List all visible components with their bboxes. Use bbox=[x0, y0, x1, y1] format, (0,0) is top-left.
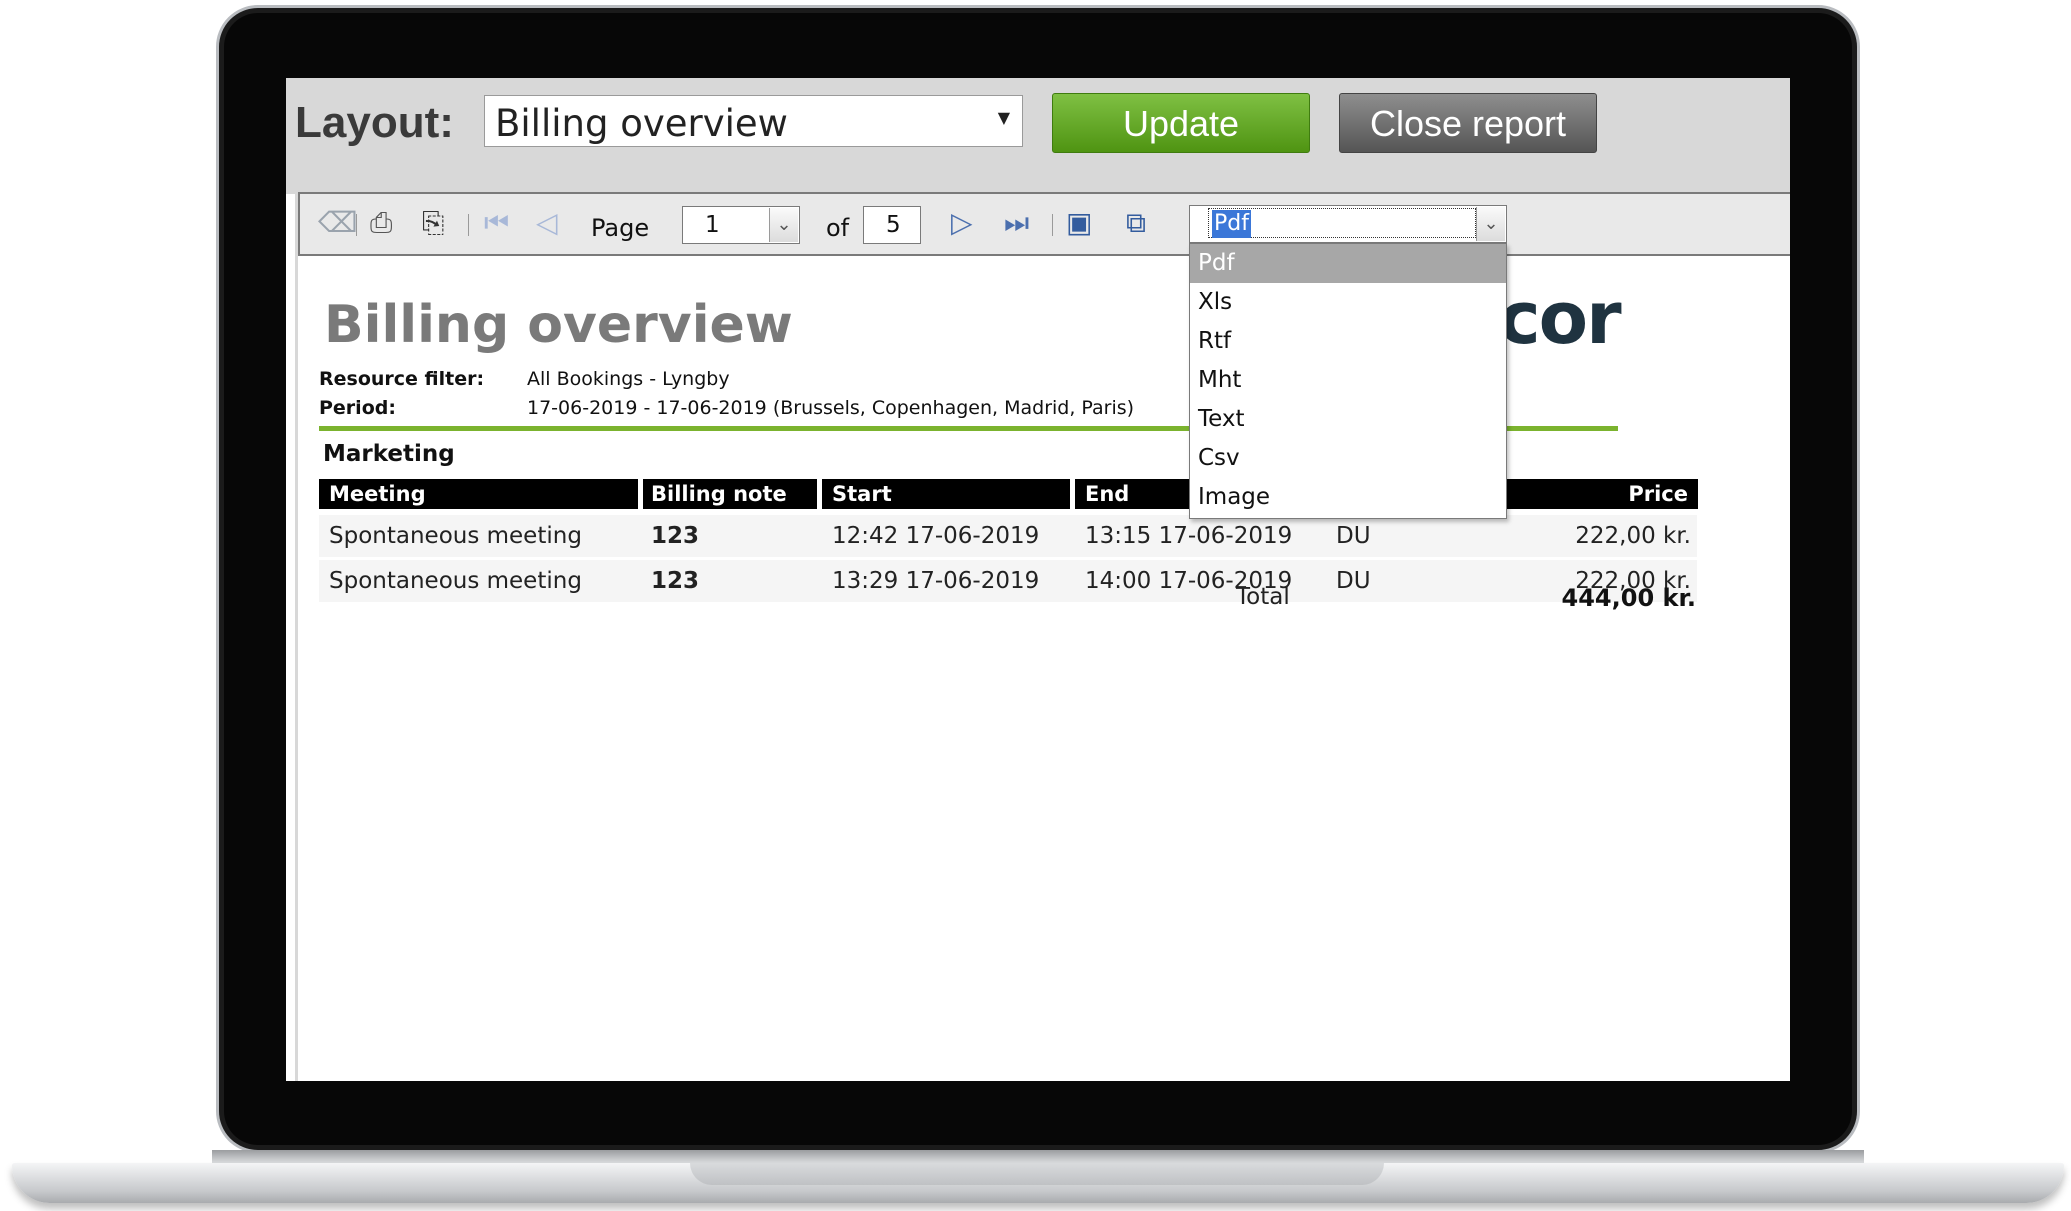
format-option-xls[interactable]: Xls bbox=[1190, 283, 1506, 322]
update-button[interactable]: Update bbox=[1052, 93, 1310, 153]
report-page: Billing overview cor Resource filter: Al… bbox=[298, 256, 1790, 1081]
eraser-icon[interactable]: ⌫ bbox=[318, 208, 358, 238]
laptop-notch bbox=[690, 1163, 1384, 1185]
dropdown-arrow-icon: ▼ bbox=[997, 108, 1010, 127]
next-page-icon[interactable]: ▷ bbox=[951, 208, 973, 238]
export-format-select[interactable]: Pdf ⌄ bbox=[1189, 205, 1507, 243]
print-preview-icon[interactable]: ⎘ bbox=[422, 208, 444, 238]
period-value: 17-06-2019 - 17-06-2019 (Brussels, Copen… bbox=[527, 397, 1135, 419]
report-viewer: ⌫ ⎙ ⎘ ⏮ ◁ Page 1 ⌄ of 5 ▷ ⏭ ▣ ⧉ Pdf ⌄ Pd… bbox=[295, 192, 1790, 1081]
cell-unit: DU bbox=[1336, 568, 1371, 594]
report-title: Billing overview bbox=[324, 295, 793, 355]
cell-meeting: Spontaneous meeting bbox=[329, 523, 582, 549]
resource-filter-value: All Bookings - Lyngby bbox=[527, 368, 730, 390]
page-number-select[interactable]: 1 ⌄ bbox=[682, 206, 800, 244]
export-format-dropdown: Pdf Xls Rtf Mht Text Csv Image bbox=[1189, 243, 1507, 519]
export-icon[interactable]: ⧉ bbox=[1126, 208, 1146, 238]
resource-filter-label: Resource filter: bbox=[319, 368, 485, 390]
period-label: Period: bbox=[319, 397, 396, 419]
group-title: Marketing bbox=[323, 441, 455, 467]
toolbar-separator bbox=[356, 214, 357, 236]
layout-select[interactable]: Billing overview ▼ bbox=[484, 95, 1023, 147]
format-option-mht[interactable]: Mht bbox=[1190, 361, 1506, 400]
format-option-image[interactable]: Image bbox=[1190, 478, 1506, 517]
cell-unit: DU bbox=[1336, 523, 1371, 549]
export-format-value: Pdf bbox=[1212, 210, 1251, 238]
last-page-icon[interactable]: ⏭ bbox=[1004, 208, 1029, 238]
layout-select-value: Billing overview bbox=[495, 102, 788, 145]
page-count-field: 5 bbox=[863, 206, 921, 244]
cell-end: 13:15 17-06-2019 bbox=[1085, 523, 1293, 549]
print-icon[interactable]: ⎙ bbox=[370, 208, 392, 238]
layout-label: Layout: bbox=[295, 98, 454, 147]
total-value: 444,00 kr. bbox=[1561, 584, 1696, 612]
page-count-value: 5 bbox=[886, 212, 901, 238]
cell-start: 13:29 17-06-2019 bbox=[832, 568, 1040, 594]
column-header-meeting: Meeting bbox=[319, 479, 638, 509]
toolbar-separator bbox=[468, 214, 469, 236]
format-option-pdf[interactable]: Pdf bbox=[1190, 244, 1506, 283]
column-header-price: Price bbox=[1478, 479, 1698, 509]
report-top-bar: Layout: Billing overview ▼ Update Close … bbox=[286, 78, 1790, 194]
company-logo: cor bbox=[1498, 276, 1622, 360]
table-row: Spontaneous meeting 123 13:29 17-06-2019… bbox=[319, 560, 1697, 602]
column-header-start: Start bbox=[822, 479, 1070, 509]
cell-start: 12:42 17-06-2019 bbox=[832, 523, 1040, 549]
of-label: of bbox=[826, 214, 850, 242]
chevron-down-icon[interactable]: ⌄ bbox=[1476, 207, 1505, 241]
first-page-icon[interactable]: ⏮ bbox=[484, 208, 509, 238]
format-option-text[interactable]: Text bbox=[1190, 400, 1506, 439]
cell-billing-note: 123 bbox=[651, 523, 700, 549]
close-report-button[interactable]: Close report bbox=[1339, 93, 1597, 153]
format-option-rtf[interactable]: Rtf bbox=[1190, 322, 1506, 361]
laptop-hinge bbox=[212, 1150, 1864, 1164]
viewer-toolbar: ⌫ ⎙ ⎘ ⏮ ◁ Page 1 ⌄ of 5 ▷ ⏭ ▣ ⧉ Pdf ⌄ Pd… bbox=[298, 192, 1790, 519]
cell-price: 222,00 kr. bbox=[1575, 523, 1691, 549]
total-label: Total bbox=[1236, 584, 1290, 610]
cell-meeting: Spontaneous meeting bbox=[329, 568, 582, 594]
column-header-end: End bbox=[1075, 479, 1185, 509]
table-row: Spontaneous meeting 123 12:42 17-06-2019… bbox=[319, 515, 1697, 557]
page-label: Page bbox=[591, 214, 650, 242]
page-number-value: 1 bbox=[705, 212, 720, 238]
save-icon[interactable]: ▣ bbox=[1066, 208, 1092, 238]
toolbar-separator bbox=[1052, 214, 1053, 236]
previous-page-icon[interactable]: ◁ bbox=[536, 208, 558, 238]
format-option-csv[interactable]: Csv bbox=[1190, 439, 1506, 478]
column-header-billing-note: Billing note bbox=[643, 479, 817, 509]
cell-billing-note: 123 bbox=[651, 568, 700, 594]
screen: Layout: Billing overview ▼ Update Close … bbox=[286, 78, 1790, 1081]
chevron-down-icon: ⌄ bbox=[769, 208, 798, 242]
